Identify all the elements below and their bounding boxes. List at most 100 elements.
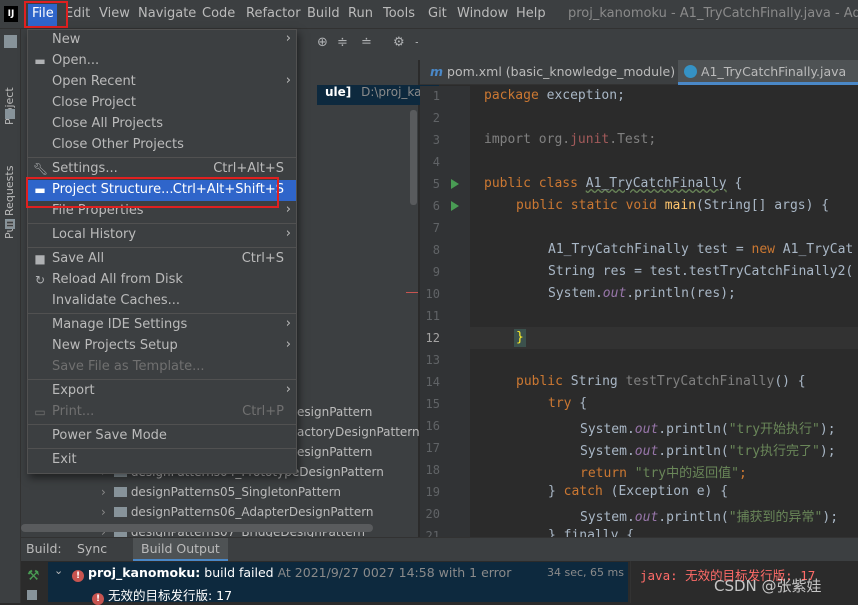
code-line[interactable]: A1_TryCatchFinally test = new A1_TryCat: [548, 242, 853, 257]
folder-icon: [113, 507, 127, 517]
build-settings-icon[interactable]: [27, 590, 37, 600]
code-line[interactable]: package exception;: [484, 88, 625, 103]
menu-item-close-all-projects[interactable]: Close All Projects: [28, 114, 296, 135]
build-tree-row-project[interactable]: ⌄ ! proj_kanomoku: build failed At 2021/9…: [48, 562, 628, 582]
code-line[interactable]: } catch (Exception e) {: [548, 484, 728, 499]
module-label: ule]: [325, 85, 352, 99]
code-line[interactable]: System.out.println(res);: [548, 286, 736, 301]
editor-tabs: m pom.xml (basic_knowledge_module) × A1_…: [420, 60, 858, 85]
run-class-icon[interactable]: [451, 179, 459, 189]
code-line[interactable]: try {: [548, 396, 587, 411]
tree-item[interactable]: › designPatterns06_AdapterDesignPattern: [101, 505, 374, 525]
tree-item[interactable]: esignPattern: [297, 405, 372, 425]
gear-icon[interactable]: ⚙: [393, 35, 405, 50]
hammer-icon[interactable]: ⚒: [27, 568, 40, 584]
build-project-name: proj_kanomoku:: [88, 565, 201, 580]
menu-git[interactable]: Git: [428, 6, 447, 21]
menu-item-print: ▭ Print... Ctrl+P: [34, 404, 284, 419]
tree-horizontal-scrollbar[interactable]: [21, 524, 373, 532]
menu-item-manage-ide-settings[interactable]: Manage IDE Settings ›: [28, 315, 296, 336]
left-tool-strip: Project Pull Requests: [0, 29, 21, 603]
line-number: 10: [425, 287, 440, 301]
menu-build[interactable]: Build: [307, 6, 340, 21]
error-icon: !: [92, 593, 104, 605]
line-number: 11: [425, 309, 440, 323]
line-number: 21: [425, 529, 440, 537]
line-number: 14: [425, 375, 440, 389]
error-marker: [406, 292, 418, 293]
tab-build-output[interactable]: Build Output: [133, 538, 228, 562]
expand-arrow-icon[interactable]: ›: [101, 485, 106, 499]
menu-item-power-save-mode[interactable]: Power Save Mode: [28, 426, 296, 447]
line-number: 19: [425, 485, 440, 499]
tab-a1-trycatchfinally[interactable]: A1_TryCatchFinally.java: [678, 60, 858, 85]
code-line[interactable]: System.out.println("捕获到的异常");: [580, 506, 838, 525]
line-number: 2: [432, 111, 440, 125]
tree-vertical-scrollbar[interactable]: [410, 110, 417, 205]
menu-navigate[interactable]: Navigate: [138, 6, 196, 21]
tree-item[interactable]: esignPattern: [297, 445, 372, 465]
menu-window[interactable]: Window: [457, 6, 508, 21]
menu-view[interactable]: View: [99, 6, 130, 21]
menu-item-close-project[interactable]: Close Project: [28, 93, 296, 114]
menu-item-open[interactable]: ▬ Open...: [28, 51, 296, 72]
line-number: 3: [432, 133, 440, 147]
menu-item-invalidate-caches[interactable]: Invalidate Caches...: [28, 291, 296, 312]
run-main-icon[interactable]: [451, 201, 459, 211]
select-opened-file-icon[interactable]: ⊕: [317, 35, 328, 50]
menu-refactor[interactable]: Refactor: [246, 6, 301, 21]
menu-code[interactable]: Code: [202, 6, 235, 21]
menu-item-exit[interactable]: Exit: [28, 450, 296, 471]
chevron-right-icon: ›: [285, 337, 291, 352]
tab-sync[interactable]: Sync: [77, 541, 107, 556]
expand-all-icon[interactable]: ≑: [337, 35, 348, 50]
code-line[interactable]: System.out.println("try执行完了");: [580, 440, 836, 459]
code-line[interactable]: String res = test.testTryCatchFinally2(: [548, 264, 853, 279]
chevron-down-icon[interactable]: ⌄: [54, 564, 63, 577]
tree-item[interactable]: actoryDesignPattern: [297, 425, 420, 445]
collapse-all-icon[interactable]: ≐: [361, 35, 372, 50]
menu-help[interactable]: Help: [516, 6, 546, 21]
line-number: 4: [432, 155, 440, 169]
code-line[interactable]: } finally {: [548, 528, 634, 537]
expand-arrow-icon[interactable]: ›: [101, 505, 106, 519]
menu-item-open-recent[interactable]: Open Recent ›: [28, 72, 296, 93]
maven-icon: m: [430, 64, 444, 79]
code-line[interactable]: public class A1_TryCatchFinally {: [484, 176, 742, 191]
menu-item-new-projects-setup[interactable]: New Projects Setup ›: [28, 336, 296, 357]
menu-item-export[interactable]: Export ›: [28, 381, 296, 402]
build-split-divider[interactable]: [630, 561, 631, 603]
build-tree-row-error[interactable]: ! 无效的目标发行版: 17: [48, 582, 628, 605]
line-number: 15: [425, 397, 440, 411]
line-number: 18: [425, 463, 440, 477]
build-panel-label: Build:: [26, 541, 62, 556]
build-status: build failed: [200, 565, 274, 580]
menu-tools[interactable]: Tools: [383, 6, 415, 21]
file-menu-annotation-box: [24, 1, 68, 28]
code-line[interactable]: }: [516, 330, 524, 345]
tree-item[interactable]: › designPatterns05_SingletonPattern: [101, 485, 341, 505]
menu-item-reload-all[interactable]: ↻ Reload All from Disk: [28, 270, 296, 291]
menu-run[interactable]: Run: [348, 6, 373, 21]
code-line[interactable]: public String testTryCatchFinally() {: [516, 374, 806, 389]
menu-item-local-history[interactable]: Local History ›: [28, 225, 296, 246]
wrench-icon: 🔧︎: [33, 162, 49, 176]
chevron-right-icon: ›: [285, 226, 291, 241]
menu-item-save-all[interactable]: ■ Save All Ctrl+S: [28, 249, 296, 270]
menu-edit[interactable]: Edit: [65, 6, 90, 21]
line-number: 8: [432, 243, 440, 257]
menu-separator: [28, 448, 296, 449]
tab-pom-xml[interactable]: m pom.xml (basic_knowledge_module) ×: [424, 60, 700, 85]
menu-separator: [28, 247, 296, 248]
code-line[interactable]: System.out.println("try开始执行");: [580, 418, 836, 437]
code-line[interactable]: return "try中的返回值";: [580, 462, 747, 481]
project-tool-icon[interactable]: [4, 35, 17, 48]
error-icon: !: [72, 570, 84, 582]
code-line[interactable]: import org.junit.Test;: [484, 132, 656, 147]
menu-item-close-other-projects[interactable]: Close Other Projects: [28, 135, 296, 156]
menu-item-new[interactable]: New ›: [28, 30, 296, 51]
intellij-logo-icon[interactable]: IJ: [4, 6, 18, 22]
pull-request-icon: [5, 219, 15, 229]
code-line[interactable]: public static void main(String[] args) {: [516, 198, 829, 213]
save-icon: ■: [34, 252, 46, 266]
